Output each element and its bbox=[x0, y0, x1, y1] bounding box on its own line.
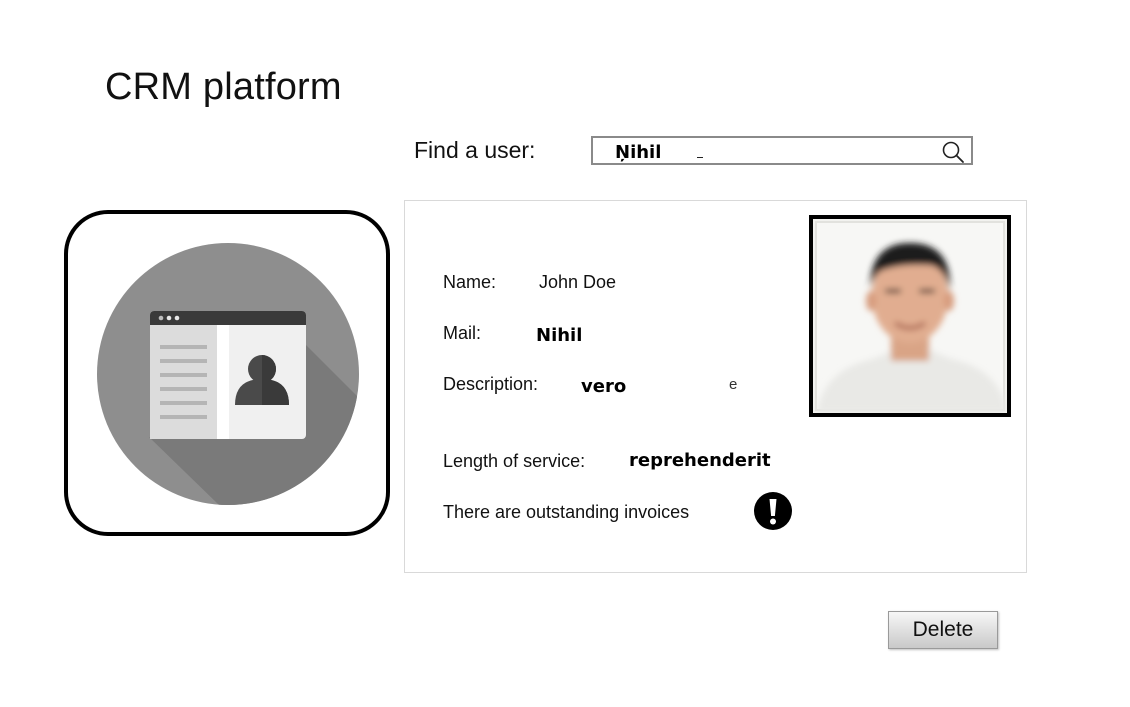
mail-value: Nihil bbox=[536, 325, 583, 346]
contact-card-icon bbox=[97, 243, 359, 505]
find-user-label: Find a user: bbox=[414, 137, 536, 163]
service-value: reprehenderit bbox=[629, 450, 771, 471]
invoice-notice: There are outstanding invoices bbox=[443, 502, 690, 522]
person-portrait bbox=[813, 219, 1007, 413]
exclamation-icon bbox=[754, 492, 792, 530]
search-input-value[interactable]: Ņihil bbox=[615, 142, 661, 163]
delete-button[interactable]: Delete bbox=[888, 611, 998, 649]
user-profile-card: Name: John Doe Mail: Nihil Description: … bbox=[404, 200, 1027, 573]
name-value: John Doe bbox=[539, 272, 617, 292]
search-input[interactable]: Ņihil bbox=[591, 136, 973, 165]
avatar-panel bbox=[64, 210, 390, 536]
service-label: Length of service: bbox=[443, 451, 586, 471]
description-trailing-text: e bbox=[729, 376, 738, 393]
page-title: CRM platform bbox=[105, 66, 342, 108]
search-icon[interactable] bbox=[941, 140, 965, 164]
mail-label: Mail: bbox=[443, 323, 482, 343]
name-label: Name: bbox=[443, 272, 497, 292]
description-value: vero bbox=[581, 376, 627, 397]
description-label: Description: bbox=[443, 374, 539, 394]
text-cursor bbox=[697, 157, 703, 158]
user-photo bbox=[809, 215, 1011, 417]
